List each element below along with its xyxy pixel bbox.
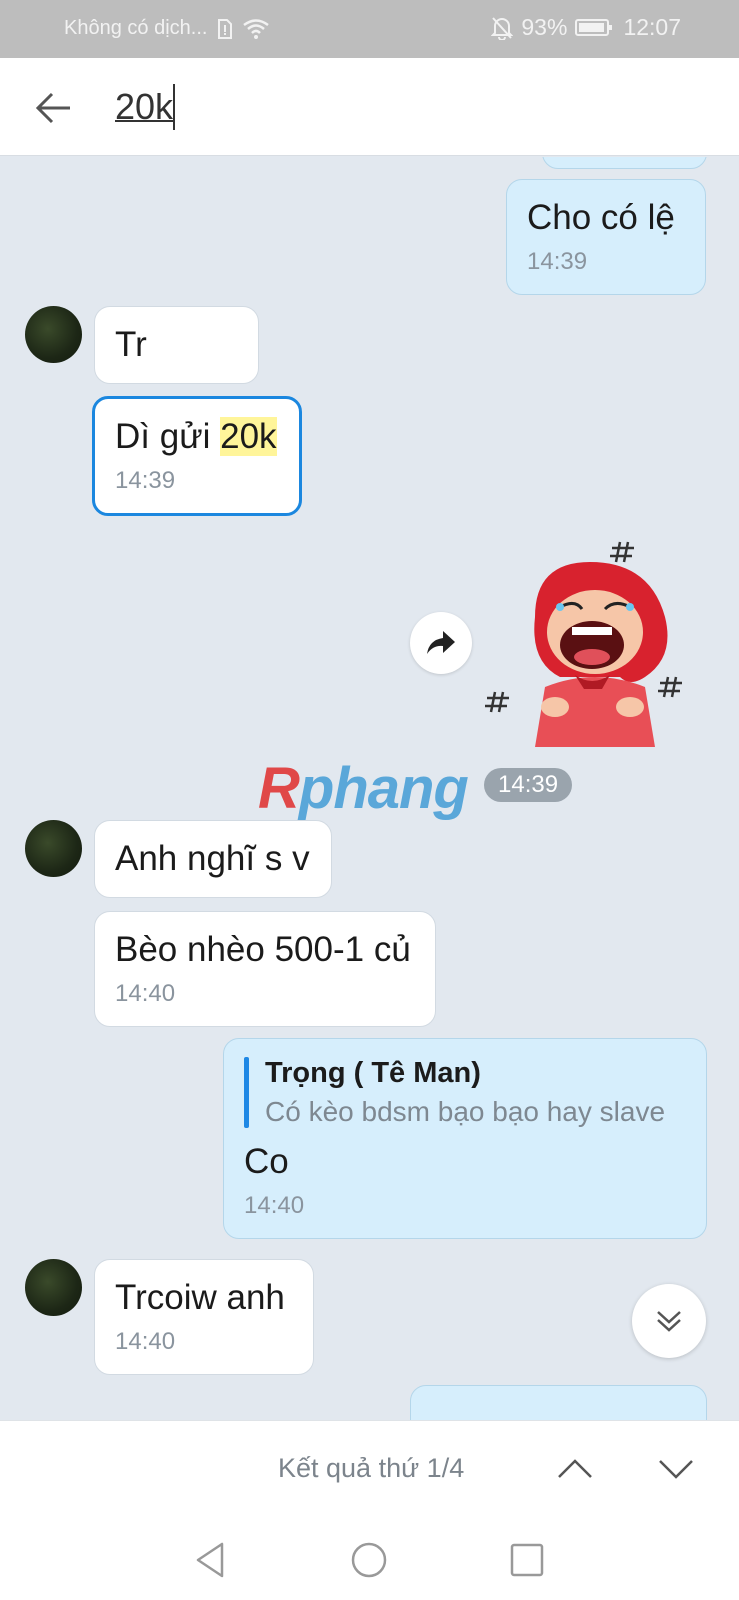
message-bubble-incoming[interactable]: Anh nghĩ s v — [94, 820, 332, 898]
search-result-count: Kết quả thứ 1/4 — [278, 1453, 465, 1483]
message-text: Cho có lệ — [527, 198, 675, 237]
search-match-highlight: 20k — [220, 417, 277, 456]
quote-sender: Trọng ( Tê Man) — [265, 1057, 481, 1089]
circle-home-icon[interactable] — [347, 1538, 391, 1582]
message-bubble-incoming[interactable]: Bèo nhèo 500-1 củ 14:40 — [94, 911, 436, 1027]
message-time: 14:40 — [115, 980, 176, 1007]
watermark-logo: Rphang — [258, 756, 469, 821]
message-text: Trcoiw anh — [115, 1278, 285, 1317]
chevron-down-icon[interactable] — [654, 1447, 698, 1491]
chevron-up-icon[interactable] — [553, 1447, 597, 1491]
reply-quote[interactable]: Trọng ( Tê Man) Có kèo bdsm bạo bạo hay … — [244, 1057, 686, 1128]
partial-message-bubble[interactable] — [542, 157, 707, 169]
message-bubble-outgoing-reply[interactable]: Trọng ( Tê Man) Có kèo bdsm bạo bạo hay … — [223, 1038, 707, 1239]
partial-message-bubble[interactable] — [410, 1385, 707, 1420]
triangle-back-icon[interactable] — [190, 1538, 234, 1582]
message-text: Co — [244, 1142, 289, 1181]
message-text: Dì gửi — [115, 417, 221, 456]
message-time: 14:39 — [527, 248, 588, 275]
message-bubble-incoming[interactable]: Tr — [94, 306, 259, 384]
quote-bar — [244, 1057, 249, 1128]
message-bubble-search-match[interactable]: Dì gửi 20k 14:39 — [92, 396, 302, 516]
message-bubble-outgoing[interactable]: Cho có lệ 14:39 — [506, 179, 706, 295]
wifi-icon — [243, 18, 270, 39]
clock: 12:07 — [623, 14, 681, 40]
message-text: Tr — [115, 325, 147, 364]
quote-text: Có kèo bdsm bạo bạo hay slave — [265, 1096, 666, 1127]
message-bubble-incoming[interactable]: Trcoiw anh 14:40 — [94, 1259, 314, 1375]
share-forward-icon[interactable] — [410, 612, 472, 674]
message-text: Anh nghĩ s v — [115, 839, 310, 878]
laughing-girl-sticker[interactable] — [480, 537, 710, 747]
avatar[interactable] — [25, 820, 82, 877]
status-right: 93% 12:07 — [491, 14, 681, 41]
search-result-bar: Kết quả thứ 1/4 — [0, 1420, 739, 1520]
message-time: 14:39 — [115, 467, 176, 494]
status-left: Không có dịch... — [64, 17, 270, 40]
status-bar: Không có dịch... 93% 12:07 — [0, 0, 739, 58]
message-text: Bèo nhèo 500-1 củ — [115, 930, 411, 969]
carrier-text: Không có dịch... — [64, 17, 208, 39]
message-time: 14:40 — [115, 1328, 176, 1355]
square-recents-icon[interactable] — [505, 1538, 549, 1582]
back-arrow-icon[interactable] — [32, 86, 76, 130]
sim-alert-icon — [217, 18, 233, 39]
search-input[interactable] — [115, 80, 675, 134]
bell-muted-icon — [491, 16, 514, 40]
chat-area[interactable]: Cho có lệ 14:39 Tr Dì gửi 20k 14:39 Rpha… — [0, 157, 739, 1420]
avatar[interactable] — [25, 1259, 82, 1316]
text-caret — [173, 84, 175, 130]
search-header — [0, 58, 739, 156]
battery-icon — [575, 19, 613, 36]
avatar[interactable] — [25, 306, 82, 363]
double-chevron-down-icon[interactable] — [632, 1284, 706, 1358]
battery-percent: 93% — [521, 14, 568, 40]
sticker-time: 14:39 — [484, 768, 573, 802]
message-time: 14:40 — [244, 1192, 305, 1219]
system-nav-bar — [0, 1520, 739, 1600]
